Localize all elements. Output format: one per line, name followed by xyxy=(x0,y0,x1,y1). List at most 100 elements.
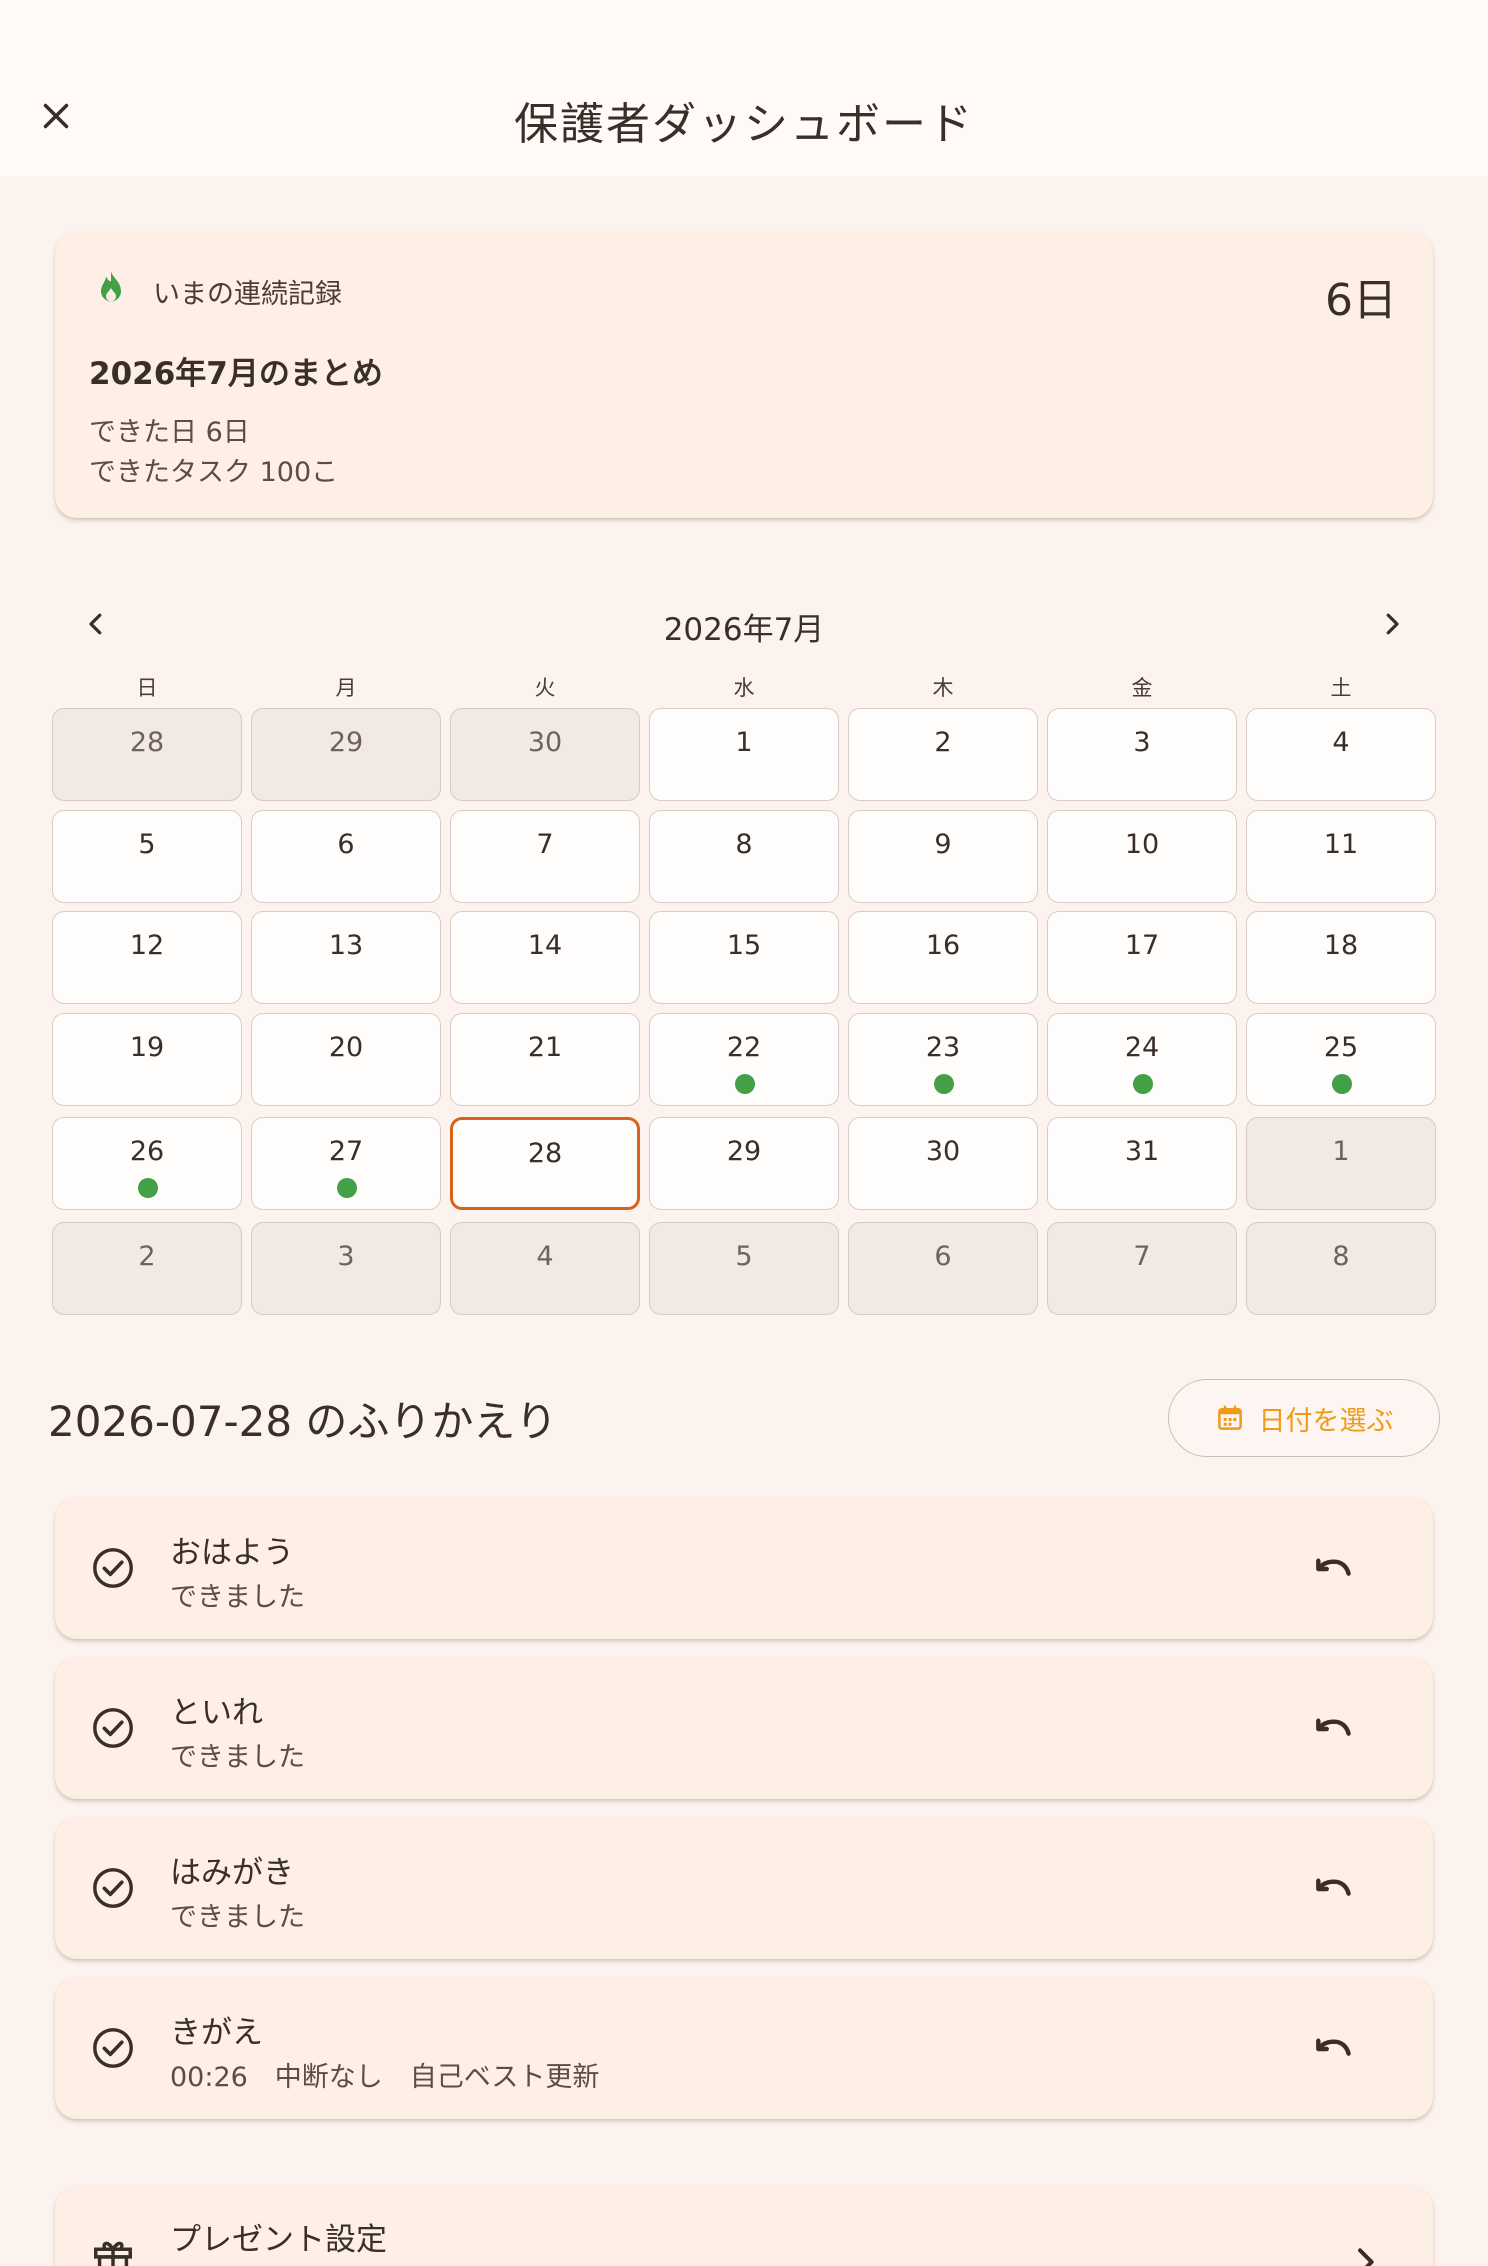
calendar-day[interactable]: 15 xyxy=(649,911,839,1004)
task-status: 00:26 中断なし 自己ベスト更新 xyxy=(170,2062,600,2093)
calendar-day-number: 31 xyxy=(1124,1136,1160,1167)
calendar-day[interactable]: 24 xyxy=(1047,1013,1237,1106)
completion-dot xyxy=(735,1074,755,1094)
calendar-day[interactable]: 6 xyxy=(251,810,441,903)
check-circle-icon xyxy=(93,2028,133,2068)
task-review-item: おはよう できました xyxy=(55,1497,1433,1639)
calendar-day-number: 3 xyxy=(1133,727,1151,758)
task-review-item: といれ できました xyxy=(55,1657,1433,1799)
calendar-day[interactable]: 11 xyxy=(1246,810,1436,903)
calendar-day-number: 16 xyxy=(925,930,961,961)
calendar-day-number: 7 xyxy=(536,829,554,860)
review-title: 2026-07-28 のふりかえり xyxy=(48,1397,558,1446)
calendar-day-number: 2 xyxy=(138,1241,156,1272)
calendar-day[interactable]: 18 xyxy=(1246,911,1436,1004)
calendar-day-number: 4 xyxy=(1332,727,1350,758)
calendar-day-number: 14 xyxy=(527,930,563,961)
calendar-day[interactable]: 25 xyxy=(1246,1013,1436,1106)
calendar-day[interactable]: 16 xyxy=(848,911,1038,1004)
calendar-day-outside-month[interactable]: 4 xyxy=(450,1222,640,1315)
calendar-day[interactable]: 5 xyxy=(52,810,242,903)
calendar-day[interactable]: 22 xyxy=(649,1013,839,1106)
calendar-day[interactable]: 31 xyxy=(1047,1117,1237,1210)
calendar-day[interactable]: 30 xyxy=(848,1117,1038,1210)
gift-icon xyxy=(94,2241,132,2266)
calendar-day[interactable]: 8 xyxy=(649,810,839,903)
task-status: できました xyxy=(170,1742,305,1773)
calendar-day-outside-month[interactable]: 30 xyxy=(450,708,640,801)
calendar-day-outside-month[interactable]: 6 xyxy=(848,1222,1038,1315)
weekday-label: 月 xyxy=(335,676,357,700)
calendar-day-outside-month[interactable]: 8 xyxy=(1246,1222,1436,1315)
undo-icon xyxy=(1316,1558,1351,1576)
calendar-icon xyxy=(1217,1405,1242,1430)
calendar-day[interactable]: 1 xyxy=(649,708,839,801)
calendar-day-number: 20 xyxy=(328,1032,364,1063)
calendar-day-number: 29 xyxy=(726,1136,762,1167)
calendar-day-number: 2 xyxy=(934,727,952,758)
task-review-item: きがえ 00:26 中断なし 自己ベスト更新 xyxy=(55,1977,1433,2119)
calendar-weekday-header: 日月火水木金土 xyxy=(52,672,1436,702)
calendar-day[interactable]: 13 xyxy=(251,911,441,1004)
calendar-day-selected[interactable]: 28 xyxy=(450,1117,640,1210)
completion-dot xyxy=(138,1178,158,1198)
calendar-day-number: 30 xyxy=(925,1136,961,1167)
calendar-day-number: 27 xyxy=(328,1136,364,1167)
calendar-day[interactable]: 7 xyxy=(450,810,640,903)
calendar-day-number: 1 xyxy=(1332,1136,1350,1167)
calendar-day-number: 7 xyxy=(1133,1241,1151,1272)
pick-date-label: 日付を選ぶ xyxy=(1258,1405,1394,1437)
calendar-day[interactable]: 10 xyxy=(1047,810,1237,903)
calendar-day-outside-month[interactable]: 28 xyxy=(52,708,242,801)
calendar-day[interactable]: 27 xyxy=(251,1117,441,1210)
calendar-day[interactable]: 19 xyxy=(52,1013,242,1106)
calendar-grid: 28 29 30 1 2 3 4 5 6 7 8 9 10 11 12 13 14 15 16 17 18 19 20 21 2… xyxy=(52,708,1436,1318)
calendar-day-number: 4 xyxy=(536,1241,554,1272)
undo-button[interactable] xyxy=(1307,1703,1359,1755)
undo-button[interactable] xyxy=(1307,1543,1359,1595)
summary-title: 2026年7月のまとめ xyxy=(89,356,383,392)
calendar-day-outside-month[interactable]: 5 xyxy=(649,1222,839,1315)
present-settings-item[interactable]: プレゼント設定 xyxy=(55,2186,1433,2266)
streak-value: 6日 xyxy=(1325,275,1397,326)
calendar-day[interactable]: 17 xyxy=(1047,911,1237,1004)
calendar-day-outside-month[interactable]: 2 xyxy=(52,1222,242,1315)
calendar-day[interactable]: 4 xyxy=(1246,708,1436,801)
undo-icon xyxy=(1316,1878,1351,1896)
summary-days-done: できた日 6日 xyxy=(89,417,250,448)
completion-dot xyxy=(337,1178,357,1198)
calendar-day[interactable]: 20 xyxy=(251,1013,441,1106)
calendar-day-number: 23 xyxy=(925,1032,961,1063)
calendar-day[interactable]: 3 xyxy=(1047,708,1237,801)
chevron-right-icon xyxy=(1358,2248,1374,2266)
calendar-day-outside-month[interactable]: 29 xyxy=(251,708,441,801)
calendar-day-number: 10 xyxy=(1124,829,1160,860)
calendar-day[interactable]: 26 xyxy=(52,1117,242,1210)
calendar-day[interactable]: 2 xyxy=(848,708,1038,801)
pick-date-button[interactable]: 日付を選ぶ xyxy=(1168,1379,1440,1457)
calendar-next-button[interactable] xyxy=(1368,600,1416,648)
calendar-day[interactable]: 9 xyxy=(848,810,1038,903)
calendar-day-number: 11 xyxy=(1323,829,1359,860)
calendar-day-number: 18 xyxy=(1323,930,1359,961)
calendar-day[interactable]: 23 xyxy=(848,1013,1038,1106)
calendar-day-number: 6 xyxy=(337,829,355,860)
task-status: できました xyxy=(170,1582,305,1613)
weekday-label: 木 xyxy=(932,676,954,700)
calendar-day-outside-month[interactable]: 7 xyxy=(1047,1222,1237,1315)
check-circle-icon xyxy=(93,1548,133,1588)
calendar-day[interactable]: 12 xyxy=(52,911,242,1004)
undo-button[interactable] xyxy=(1307,1863,1359,1915)
flame-icon xyxy=(101,271,121,302)
calendar-day-number: 5 xyxy=(735,1241,753,1272)
calendar-day-outside-month[interactable]: 1 xyxy=(1246,1117,1436,1210)
calendar-month-title: 2026年7月 xyxy=(663,612,825,648)
summary-tasks-done: できたタスク 100こ xyxy=(89,457,339,488)
calendar-day-number: 21 xyxy=(527,1032,563,1063)
calendar-day-number: 13 xyxy=(328,930,364,961)
calendar-day-outside-month[interactable]: 3 xyxy=(251,1222,441,1315)
calendar-day[interactable]: 21 xyxy=(450,1013,640,1106)
calendar-day[interactable]: 29 xyxy=(649,1117,839,1210)
calendar-day[interactable]: 14 xyxy=(450,911,640,1004)
undo-button[interactable] xyxy=(1307,2023,1359,2075)
